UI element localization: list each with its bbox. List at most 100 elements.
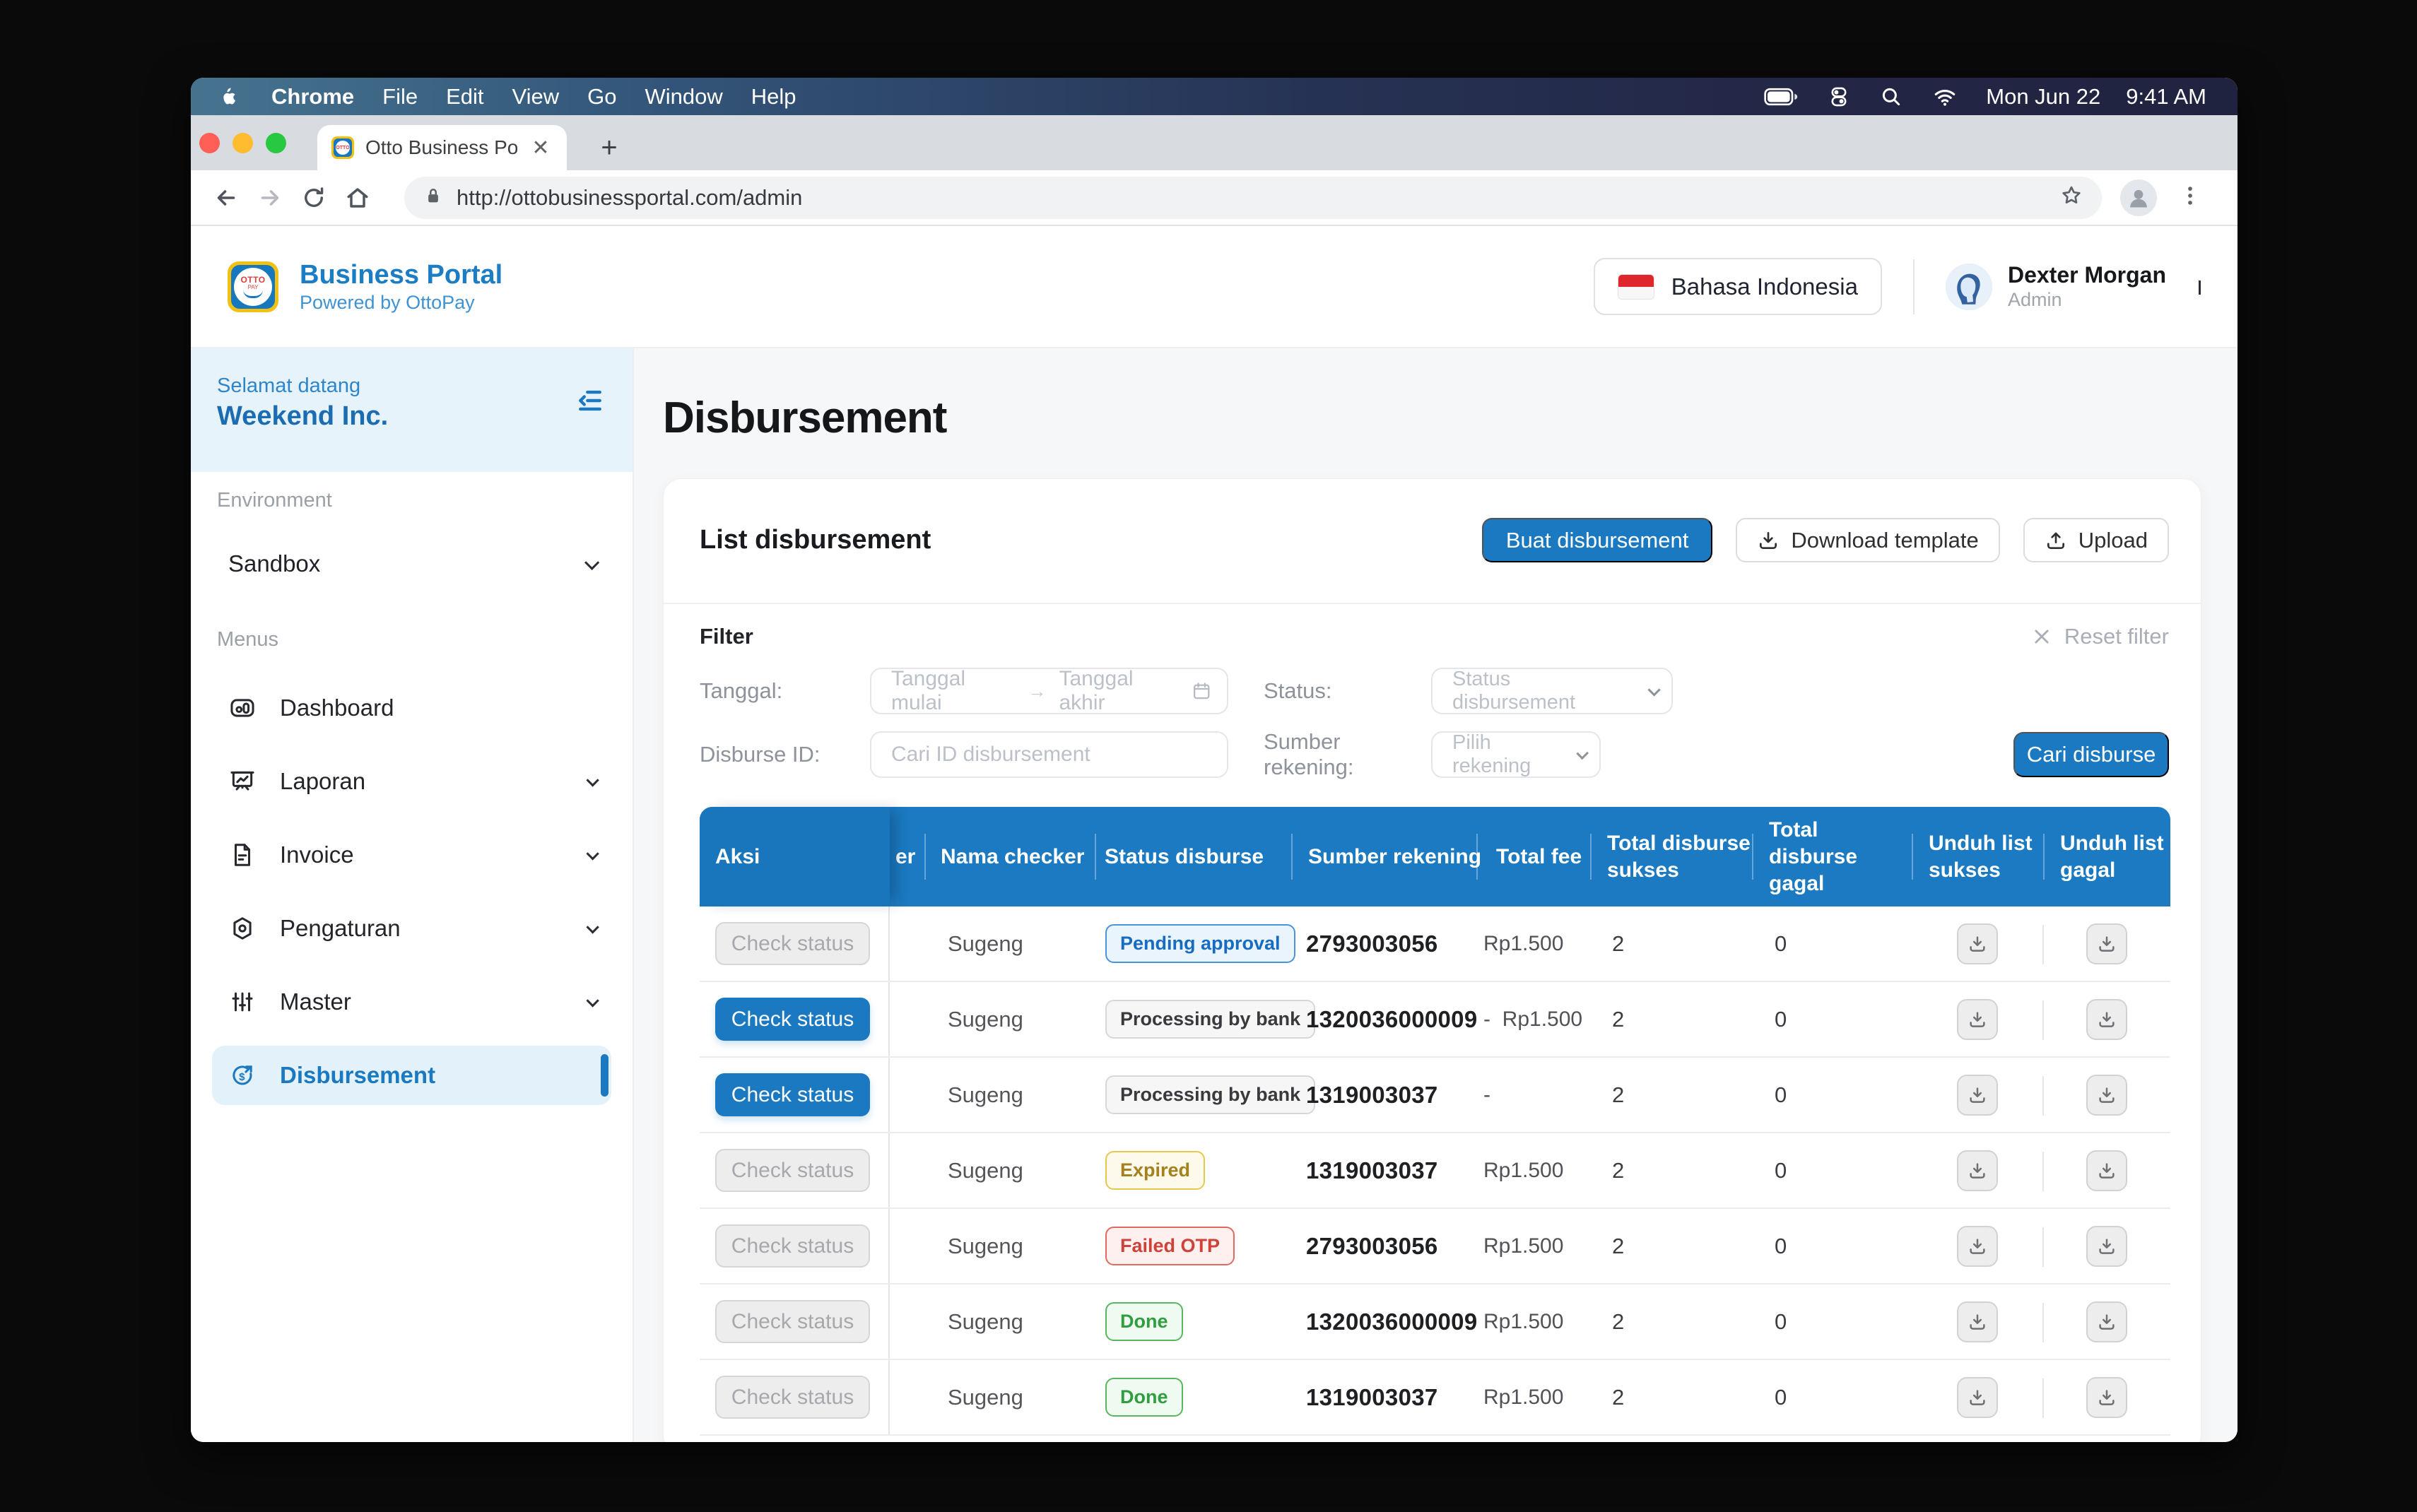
menu-window[interactable]: Window xyxy=(645,84,723,110)
status-badge: Done xyxy=(1105,1302,1183,1341)
buat-disbursement-button[interactable]: Buat disbursement xyxy=(1482,518,1712,562)
menu-go[interactable]: Go xyxy=(587,84,616,110)
sidebar-item-disbursement[interactable]: $Disbursement xyxy=(212,1046,611,1105)
spotlight-search-icon[interactable] xyxy=(1878,85,1904,109)
download-gagal-button[interactable] xyxy=(2086,1301,2127,1342)
chevron-down-icon xyxy=(584,555,599,569)
control-center-icon[interactable] xyxy=(1826,85,1852,109)
sidebar-item-laporan[interactable]: Laporan xyxy=(212,752,611,811)
download-sukses-button[interactable] xyxy=(1957,1075,1998,1116)
forward-button[interactable] xyxy=(254,182,286,213)
status-cell: Done xyxy=(1095,1284,1291,1359)
sidebar-item-dashboard[interactable]: Dashboard xyxy=(212,678,611,738)
check-status-button[interactable]: Check status xyxy=(715,1073,870,1116)
disburse-id-input[interactable]: Cari ID disbursement xyxy=(870,731,1228,778)
browser-menu-icon[interactable] xyxy=(2178,184,2202,211)
download-sukses-button[interactable] xyxy=(1957,923,1998,964)
download-sukses-button[interactable] xyxy=(1957,999,1998,1040)
address-bar[interactable]: http://ottobusinessportal.com/admin xyxy=(404,177,2102,219)
status-select[interactable]: Status disbursement xyxy=(1431,668,1673,714)
apple-logo-icon[interactable] xyxy=(216,84,242,110)
table-row: Check statusSugengProcessing by bank1320… xyxy=(700,982,2170,1058)
menu-view[interactable]: View xyxy=(512,84,560,110)
check-status-button[interactable]: Check status xyxy=(715,1300,870,1343)
minimize-window-button[interactable] xyxy=(233,133,253,153)
menu-edit[interactable]: Edit xyxy=(446,84,483,110)
browser-tab[interactable]: OTTO Otto Business Portal ✕ xyxy=(317,125,567,170)
aksi-cell: Check status xyxy=(700,1360,890,1434)
wifi-icon[interactable] xyxy=(1931,85,1959,109)
close-window-button[interactable] xyxy=(199,133,220,153)
download-gagal-button[interactable] xyxy=(2086,1075,2127,1116)
rekening-value: 1319003037 xyxy=(1306,1157,1438,1184)
check-status-button[interactable]: Check status xyxy=(715,1376,870,1419)
status-cell: Failed OTP xyxy=(1095,1209,1291,1283)
upload-button[interactable]: Upload xyxy=(2023,518,2169,562)
download-sukses-button[interactable] xyxy=(1957,1150,1998,1191)
aksi-cell: Check status xyxy=(700,1058,890,1132)
total-disburse-sukses-cell: 2 xyxy=(1590,1284,1752,1359)
bookmark-star-icon[interactable] xyxy=(2059,184,2083,211)
sidebar-collapse-icon[interactable] xyxy=(575,385,606,416)
sumber-rekening-select[interactable]: Pilih rekening xyxy=(1431,731,1601,778)
download-gagal-button[interactable] xyxy=(2086,999,2127,1040)
sidebar-item-master[interactable]: Master xyxy=(212,972,611,1032)
mac-screen: ChromeFileEditViewGoWindowHelp Mon Jun 2… xyxy=(191,78,2237,1442)
status-cell: Done xyxy=(1095,1360,1291,1434)
reset-filter-button[interactable]: Reset filter xyxy=(2032,624,2169,649)
user-info[interactable]: Dexter Morgan Admin xyxy=(2008,261,2166,312)
reload-button[interactable] xyxy=(298,182,329,213)
environment-selector[interactable]: Sandbox xyxy=(212,541,611,587)
user-avatar[interactable] xyxy=(1946,264,1992,310)
browser-toolbar: http://ottobusinessportal.com/admin xyxy=(191,170,2237,226)
rekening-value: 2793003056 xyxy=(1306,931,1438,957)
menu-file[interactable]: File xyxy=(382,84,418,110)
unduh-sukses-cell xyxy=(1912,1133,2043,1207)
welcome-label: Selamat datang xyxy=(217,372,607,399)
cari-disburse-button[interactable]: Cari disburse xyxy=(2013,732,2169,777)
download-template-button[interactable]: Download template xyxy=(1736,518,1999,562)
total-disburse-gagal-cell: 0 xyxy=(1752,1133,1912,1207)
total-fee-cell: Rp1.500 xyxy=(1476,906,1590,981)
menu-bar-time: 9:41 AM xyxy=(2126,84,2206,110)
aksi-cell: Check status xyxy=(700,982,890,1056)
brand-subtitle: Powered by OttoPay xyxy=(300,290,502,314)
browser-profile-icon[interactable] xyxy=(2120,179,2157,216)
status-cell: Expired xyxy=(1095,1133,1291,1207)
zoom-window-button[interactable] xyxy=(266,133,286,153)
check-status-button[interactable]: Check status xyxy=(715,998,870,1041)
date-range-input[interactable]: Tanggal mulai → Tanggal akhir xyxy=(870,668,1228,714)
close-icon xyxy=(2032,627,2052,646)
sidebar-item-pengaturan[interactable]: Pengaturan xyxy=(212,899,611,958)
home-button[interactable] xyxy=(342,182,373,213)
download-sukses-button[interactable] xyxy=(1957,1377,1998,1418)
tab-close-icon[interactable]: ✕ xyxy=(529,136,553,160)
total-fee-cell: Rp1.500 xyxy=(1476,1360,1590,1434)
download-gagal-button[interactable] xyxy=(2086,1377,2127,1418)
macos-menu-bar: ChromeFileEditViewGoWindowHelp Mon Jun 2… xyxy=(191,78,2237,115)
download-gagal-button[interactable] xyxy=(2086,923,2127,964)
sidebar-item-invoice[interactable]: Invoice xyxy=(212,825,611,885)
download-gagal-button[interactable] xyxy=(2086,1150,2127,1191)
rekening-value: 1320036000009 xyxy=(1306,1309,1478,1335)
menu-help[interactable]: Help xyxy=(751,84,796,110)
table-row: Check statusSugengDone1319003037Rp1.5002… xyxy=(700,1360,2170,1436)
check-status-button[interactable]: Check status xyxy=(715,1149,870,1192)
download-sukses-button[interactable] xyxy=(1957,1301,1998,1342)
aksi-cell: Check status xyxy=(700,1209,890,1283)
check-status-button[interactable]: Check status xyxy=(715,922,870,965)
list-disbursement-card: List disbursement Buat disbursement Down… xyxy=(663,478,2201,1442)
download-gagal-button[interactable] xyxy=(2086,1226,2127,1267)
sidebar-menu: Dashboard Laporan Invoice Pengaturan Master $… xyxy=(191,678,633,1105)
column-header: Total disburse sukses xyxy=(1590,807,1752,906)
unduh-gagal-cell xyxy=(2043,1133,2170,1207)
language-selector-button[interactable]: Bahasa Indonesia xyxy=(1594,258,1882,315)
calendar-icon xyxy=(1192,680,1211,702)
check-status-button[interactable]: Check status xyxy=(715,1224,870,1268)
back-button[interactable] xyxy=(211,182,242,213)
menu-chrome[interactable]: Chrome xyxy=(271,84,354,110)
new-tab-button[interactable]: + xyxy=(595,134,623,162)
download-sukses-button[interactable] xyxy=(1957,1226,1998,1267)
user-menu-chevron-down-icon[interactable] xyxy=(2199,280,2201,293)
chevron-down-icon xyxy=(586,921,599,933)
